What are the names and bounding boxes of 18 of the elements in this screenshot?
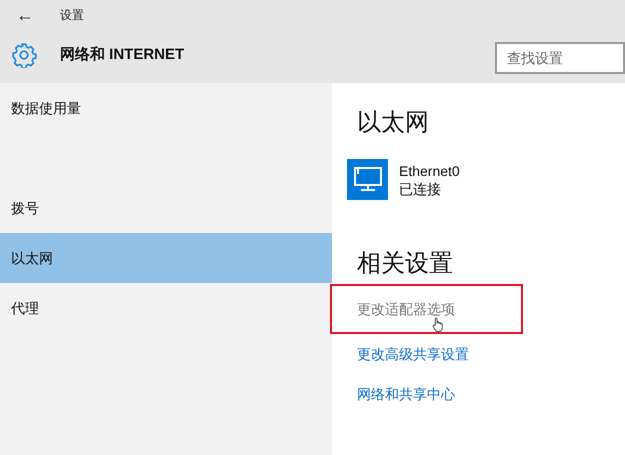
sidebar-item[interactable]: 代理: [0, 283, 332, 333]
search-field[interactable]: 查找设置: [495, 42, 625, 74]
hand-cursor-icon: [432, 317, 443, 332]
network-status: 已连接: [399, 180, 442, 198]
section-heading: 以太网: [357, 108, 430, 138]
section-heading: 相关设置: [357, 249, 454, 279]
gear-icon: [11, 42, 37, 68]
back-button[interactable]: ←: [0, 2, 46, 28]
network-name: Ethernet0: [399, 162, 460, 180]
sidebar-item[interactable]: 以太网: [0, 233, 332, 283]
page-title: 网络和 INTERNET: [60, 44, 184, 65]
settings-link[interactable]: 更改适配器选项: [357, 298, 455, 320]
window-title: 设置: [60, 7, 84, 24]
monitor-icon: [347, 159, 388, 200]
settings-link[interactable]: 更改高级共享设置: [357, 344, 469, 364]
settings-link[interactable]: 网络和共享中心: [357, 384, 455, 404]
sidebar-item[interactable]: 数据使用量: [0, 83, 332, 133]
sidebar-item[interactable]: 拨号: [0, 183, 332, 233]
